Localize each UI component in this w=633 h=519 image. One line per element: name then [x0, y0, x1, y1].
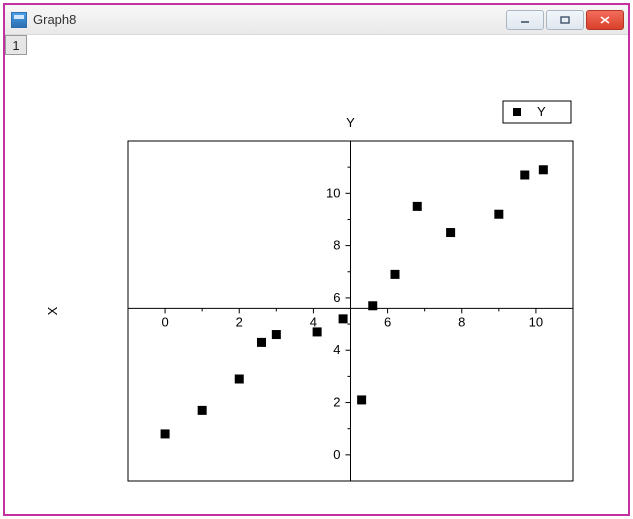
data-point: [235, 375, 244, 384]
x-axis-label: X: [45, 306, 60, 315]
x-tick-label: 8: [458, 314, 465, 329]
maximize-button[interactable]: [546, 10, 584, 30]
data-point: [446, 228, 455, 237]
client-area: 1 0 2 4 6 8 10 0 2 4 6 8 10 Y X Y: [5, 35, 628, 514]
data-point: [313, 327, 322, 336]
y-tick-label: 6: [333, 290, 340, 305]
data-point: [339, 314, 348, 323]
corner-tab[interactable]: 1: [5, 35, 27, 55]
minimize-button[interactable]: [506, 10, 544, 30]
titlebar[interactable]: Graph8: [5, 5, 628, 35]
legend-marker-icon: [513, 108, 521, 116]
x-tick-label: 6: [384, 314, 391, 329]
data-point: [198, 406, 207, 415]
scatter-chart: 0 2 4 6 8 10 0 2 4 6 8 10 Y X Y: [13, 61, 618, 509]
window-controls: [506, 10, 624, 30]
y-tick-label: 2: [333, 395, 340, 410]
x-tick-label: 0: [161, 314, 168, 329]
y-tick-label: 0: [333, 447, 340, 462]
data-point: [413, 202, 422, 211]
x-tick-label: 4: [310, 314, 317, 329]
window-title: Graph8: [33, 12, 506, 27]
data-point: [257, 338, 266, 347]
y-tick-label: 8: [333, 238, 340, 253]
y-tick-label: 10: [326, 185, 340, 200]
data-point: [272, 330, 281, 339]
data-point: [161, 429, 170, 438]
window-frame: Graph8 1 0 2 4 6 8 10 0 2 4 6 8 10 Y X Y: [3, 3, 630, 516]
maximize-icon: [559, 15, 571, 25]
x-tick-label: 10: [529, 314, 543, 329]
data-point: [391, 270, 400, 279]
app-icon: [11, 12, 27, 28]
chart-container: 0 2 4 6 8 10 0 2 4 6 8 10 Y X Y: [13, 61, 620, 506]
data-point: [368, 301, 377, 310]
data-point: [539, 165, 548, 174]
data-point: [357, 395, 366, 404]
close-button[interactable]: [586, 10, 624, 30]
close-icon: [599, 15, 611, 25]
legend-label: Y: [537, 104, 546, 119]
minimize-icon: [519, 15, 531, 25]
data-point: [494, 210, 503, 219]
data-point: [520, 171, 529, 180]
y-axis-label: Y: [346, 115, 355, 130]
x-tick-label: 2: [236, 314, 243, 329]
y-tick-label: 4: [333, 342, 340, 357]
